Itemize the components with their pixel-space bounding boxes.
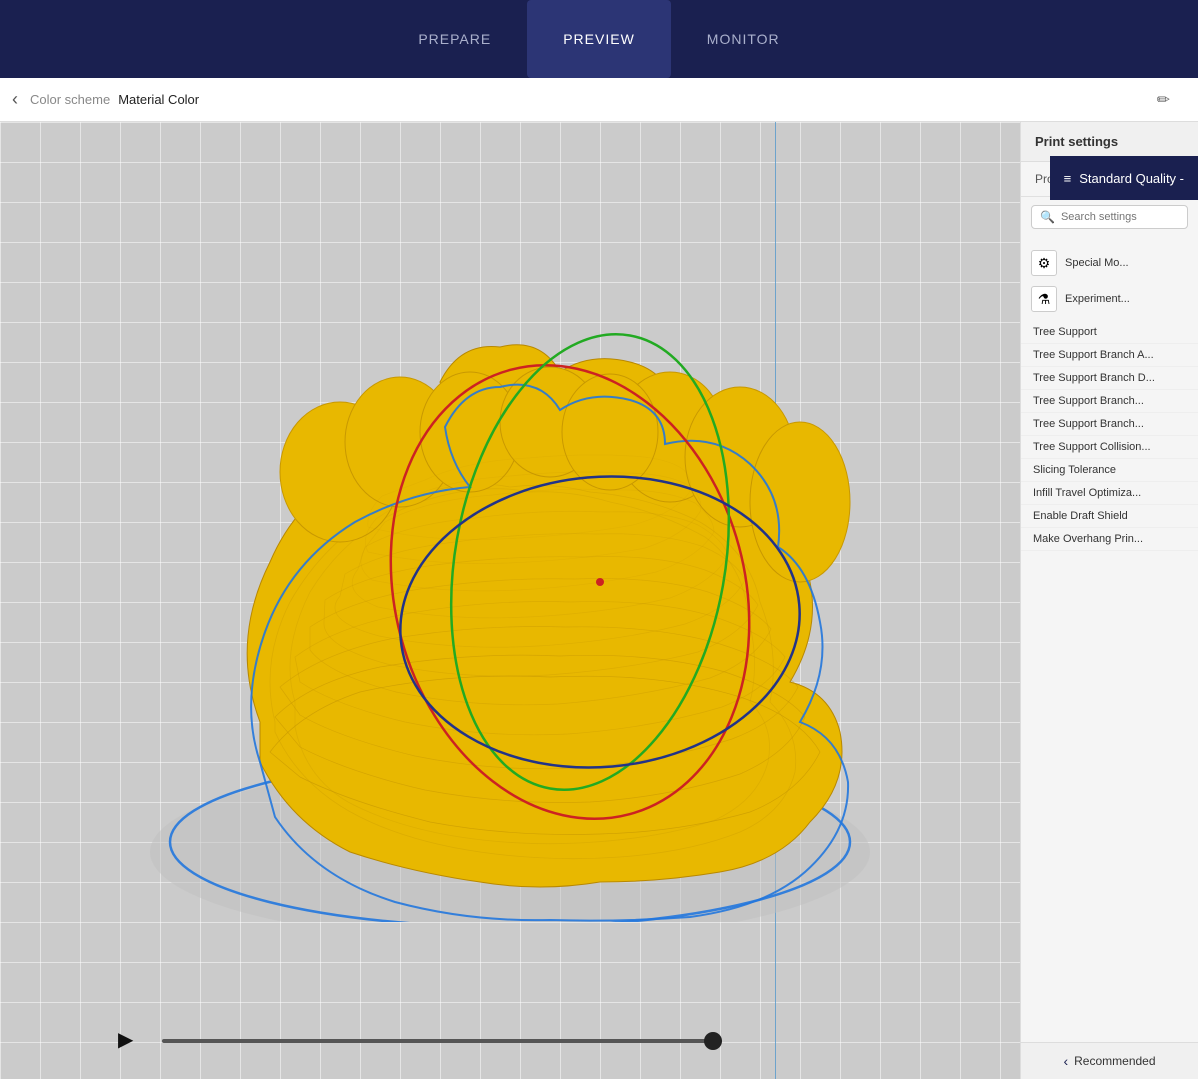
settings-item-draft-shield[interactable]: Enable Draft Shield <box>1021 505 1198 528</box>
experiment-icon: ⚗ <box>1031 286 1057 312</box>
settings-item-infill-travel[interactable]: Infill Travel Optimiza... <box>1021 482 1198 505</box>
settings-item-branch-diameter[interactable]: Tree Support Branch D... <box>1021 367 1198 390</box>
model-container <box>0 122 1020 1079</box>
slider-thumb[interactable] <box>704 1032 722 1050</box>
tab-prepare[interactable]: PREPARE <box>382 0 527 78</box>
quality-label: Standard Quality - <box>1079 171 1184 186</box>
main-area: ▶ Print settings Profile Stan 🔍 ⚙ Specia… <box>0 122 1198 1079</box>
settings-list: ⚙ Special Mo... ⚗ Experiment... Tree Sup… <box>1021 237 1198 1042</box>
top-navigation: PREPARE PREVIEW MONITOR <box>0 0 1198 78</box>
special-mode-icon: ⚙ <box>1031 250 1057 276</box>
layer-slider[interactable] <box>162 1039 722 1043</box>
settings-item-branch-angle[interactable]: Tree Support Branch A... <box>1021 344 1198 367</box>
playback-bar: ▶ <box>0 1027 840 1055</box>
settings-item-collision[interactable]: Tree Support Collision... <box>1021 436 1198 459</box>
settings-item-overhang[interactable]: Make Overhang Prin... <box>1021 528 1198 551</box>
3d-model-svg <box>100 162 920 922</box>
quality-button[interactable]: ≡ Standard Quality - <box>1050 156 1198 200</box>
color-scheme-bar: ‹ Color scheme Material Color ✏ ≡ Standa… <box>0 78 1198 122</box>
search-input[interactable] <box>1061 211 1179 223</box>
color-scheme-label: Color scheme <box>30 92 110 107</box>
special-mode-label: Special Mo... <box>1065 257 1129 269</box>
quality-icon: ≡ <box>1064 171 1072 186</box>
play-button[interactable]: ▶ <box>118 1027 146 1055</box>
experiment-label: Experiment... <box>1065 293 1130 305</box>
settings-item-branch-2[interactable]: Tree Support Branch... <box>1021 413 1198 436</box>
search-icon: 🔍 <box>1040 210 1055 224</box>
back-button[interactable]: ‹ <box>12 89 18 110</box>
3d-viewport[interactable]: ▶ <box>0 122 1020 1079</box>
special-mode-row[interactable]: ⚙ Special Mo... <box>1021 245 1198 281</box>
right-panel: Print settings Profile Stan 🔍 ⚙ Special … <box>1020 122 1198 1079</box>
settings-item-branch-1[interactable]: Tree Support Branch... <box>1021 390 1198 413</box>
search-box[interactable]: 🔍 <box>1031 205 1188 229</box>
recommended-label: Recommended <box>1074 1054 1155 1068</box>
color-scheme-value: Material Color <box>118 92 199 107</box>
edit-icon[interactable]: ✏ <box>1157 90 1170 110</box>
recommended-button[interactable]: ‹ Recommended <box>1021 1042 1198 1079</box>
tab-monitor[interactable]: MONITOR <box>671 0 816 78</box>
tab-preview[interactable]: PREVIEW <box>527 0 671 78</box>
experiment-row[interactable]: ⚗ Experiment... <box>1021 281 1198 317</box>
settings-item-tree-support[interactable]: Tree Support <box>1021 321 1198 344</box>
settings-item-slicing-tolerance[interactable]: Slicing Tolerance <box>1021 459 1198 482</box>
settings-icon-group: ⚙ Special Mo... ⚗ Experiment... <box>1021 241 1198 321</box>
chevron-left-icon: ‹ <box>1063 1053 1068 1069</box>
